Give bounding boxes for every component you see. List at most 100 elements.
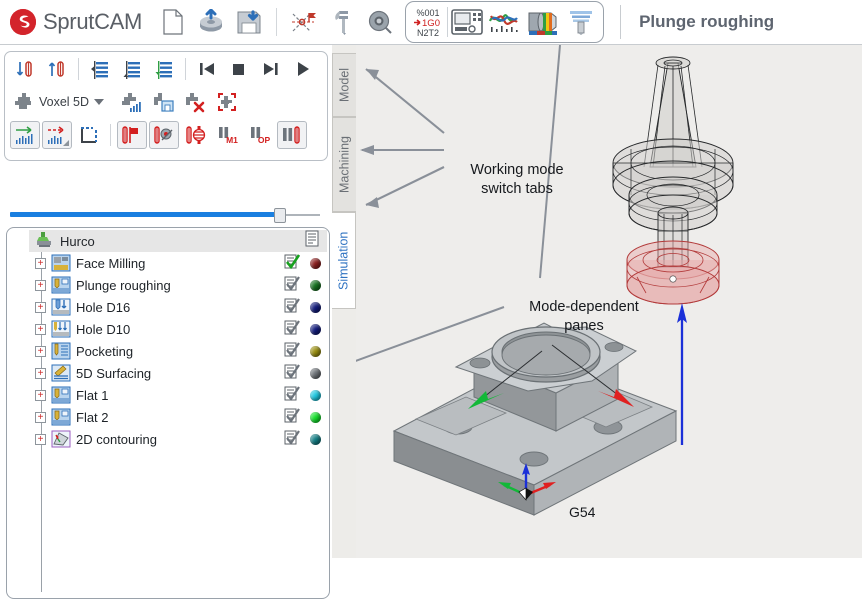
- table-row[interactable]: + Face Milling: [29, 252, 329, 274]
- voxel-save-icon[interactable]: [148, 88, 178, 116]
- table-row[interactable]: + Plunge roughing: [29, 274, 329, 296]
- render-icon[interactable]: [524, 4, 562, 40]
- simulation-progress-slider[interactable]: [10, 208, 320, 223]
- expand-toggle-icon[interactable]: +: [35, 301, 46, 313]
- stop-at-flag-icon[interactable]: [117, 120, 147, 149]
- voxel-fit-icon[interactable]: [212, 88, 242, 116]
- mode-tabs: Model Machining Simulation: [332, 45, 356, 558]
- nc-code-icon[interactable]: %001 1G0 N2T2: [409, 4, 447, 40]
- machine-control-icon[interactable]: [448, 4, 486, 40]
- rewind-start-icon[interactable]: [192, 55, 222, 83]
- tool-list-icon[interactable]: [325, 5, 359, 39]
- annotation-arrowheads: [360, 69, 379, 208]
- simulation-mode-select[interactable]: Voxel 5D: [10, 90, 108, 114]
- machine-setup-icon[interactable]: [287, 5, 321, 39]
- boss-hole: [469, 357, 491, 369]
- cutting-tool-wireframe: [612, 56, 734, 305]
- toolbar-separator-2: [185, 57, 186, 80]
- expand-toggle-icon[interactable]: +: [35, 279, 46, 291]
- status-badge: [310, 411, 321, 423]
- stop-all-icon[interactable]: [277, 120, 307, 149]
- status-badge: [310, 345, 321, 357]
- table-row[interactable]: +2D contouring: [29, 428, 329, 450]
- stop-at-collision-icon[interactable]: [149, 120, 179, 149]
- x-axis-arrow-long: [598, 389, 634, 407]
- row-status: [284, 429, 329, 450]
- voxel-icon: [15, 92, 31, 109]
- y-axis-arrow: [498, 482, 511, 489]
- status-badge: [310, 301, 321, 313]
- goto-prev-block-icon[interactable]: [149, 55, 179, 83]
- step-down-icon[interactable]: [10, 55, 40, 83]
- tab-machining-label: Machining: [337, 136, 352, 193]
- row-status: [284, 319, 329, 340]
- operation-checkbox-icon[interactable]: [284, 341, 300, 362]
- z-axis-arrow: [522, 463, 530, 475]
- stop-icon[interactable]: [224, 55, 254, 83]
- table-row[interactable]: + Hole D10: [29, 318, 329, 340]
- operation-label: Flat 2: [76, 409, 109, 425]
- stop-at-tool-change-icon[interactable]: [181, 121, 211, 149]
- step-forward-icon[interactable]: [256, 55, 286, 83]
- expand-toggle-icon[interactable]: +: [35, 411, 46, 423]
- row-status: [284, 407, 329, 428]
- table-row[interactable]: + Hole D16: [29, 296, 329, 318]
- brand-name: SprutCAM: [43, 9, 143, 34]
- 3d-viewport[interactable]: G54 Working mode switch tabs Mode-depend…: [356, 45, 862, 558]
- expand-toggle-icon[interactable]: +: [35, 323, 46, 335]
- expand-toggle-icon[interactable]: +: [35, 433, 46, 445]
- tab-machining[interactable]: Machining: [332, 117, 356, 212]
- annotation-arrows: [362, 68, 445, 206]
- rapid-red-icon[interactable]: [42, 120, 72, 149]
- slider-knob[interactable]: [273, 208, 286, 223]
- tab-simulation[interactable]: Simulation: [332, 212, 356, 309]
- y-axis-arrow-long: [468, 391, 504, 409]
- operation-checkbox-icon[interactable]: [284, 385, 300, 406]
- expand-toggle-icon[interactable]: +: [35, 345, 46, 357]
- operation-checkbox-icon[interactable]: [284, 363, 300, 384]
- step-up-icon[interactable]: [42, 55, 72, 83]
- voxel-delete-icon[interactable]: [180, 88, 210, 116]
- table-row[interactable]: + Pocketing: [29, 340, 329, 362]
- sprutcam-window: SprutCAM %001 1G0 N2T2 Plunge roughing V…: [0, 0, 862, 599]
- operation-label: Hole D10: [76, 321, 131, 337]
- goto-first-block-icon[interactable]: [85, 55, 115, 83]
- open-file-icon[interactable]: [194, 5, 228, 39]
- save-file-icon[interactable]: [232, 5, 266, 39]
- document-icon[interactable]: [305, 230, 319, 252]
- table-row[interactable]: +5D Surfacing: [29, 362, 329, 384]
- expand-toggle-icon[interactable]: +: [35, 257, 46, 269]
- operation-label: Plunge roughing: [76, 277, 171, 293]
- stop-m1-icon[interactable]: M1: [213, 121, 243, 149]
- operation-checkbox-icon[interactable]: [284, 297, 300, 318]
- voxel-quality-icon[interactable]: [116, 88, 146, 116]
- cutting-tool-icon[interactable]: [562, 4, 600, 40]
- expand-toggle-icon[interactable]: +: [35, 389, 46, 401]
- stop-op-icon[interactable]: OP: [245, 121, 275, 149]
- axis-leader-lines: [483, 344, 619, 398]
- row-status: [284, 385, 329, 406]
- goto-next-block-icon[interactable]: [117, 55, 147, 83]
- operation-checkbox-icon[interactable]: [284, 319, 300, 340]
- row-status: [284, 297, 329, 318]
- operation-checkbox-icon[interactable]: [284, 429, 300, 450]
- feed-green-icon[interactable]: [10, 120, 40, 149]
- tree-root-row[interactable]: Hurco: [29, 230, 327, 252]
- play-icon[interactable]: [288, 55, 318, 83]
- operation-checkbox-icon[interactable]: [284, 253, 301, 274]
- operation-checkbox-icon[interactable]: [284, 407, 300, 428]
- corner-path-icon[interactable]: [74, 121, 104, 149]
- origin-label: G54: [569, 504, 596, 520]
- operation-checkbox-icon[interactable]: [284, 275, 300, 296]
- expand-toggle-icon[interactable]: +: [35, 367, 46, 379]
- operation-label: Flat 1: [76, 387, 109, 403]
- annotation-line-panes: [356, 306, 505, 362]
- header-icon-group: [156, 5, 397, 39]
- central-bore: [491, 331, 601, 383]
- table-row[interactable]: + Flat 2: [29, 406, 329, 428]
- measure-icon[interactable]: [363, 5, 397, 39]
- graph-icon[interactable]: [486, 4, 524, 40]
- new-document-icon[interactable]: [156, 5, 190, 39]
- table-row[interactable]: + Flat 1: [29, 384, 329, 406]
- tab-model[interactable]: Model: [332, 53, 356, 117]
